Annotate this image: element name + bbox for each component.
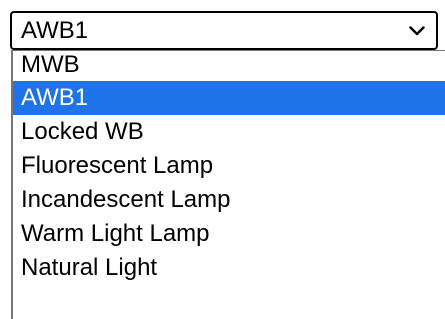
option-label: Fluorescent Lamp [21, 152, 214, 179]
option-warm-light-lamp[interactable]: Warm Light Lamp [13, 217, 445, 251]
option-mwb[interactable]: MWB [13, 51, 445, 81]
select-current-value: AWB1 [21, 16, 89, 44]
option-label: MWB [21, 51, 80, 78]
option-natural-light[interactable]: Natural Light [13, 251, 445, 285]
white-balance-select[interactable]: AWB1 [10, 11, 438, 50]
option-label: Warm Light Lamp [21, 220, 210, 247]
dropdown-options-list[interactable]: MWB AWB1 Locked WB Fluorescent Lamp Inca… [11, 50, 445, 319]
option-fluorescent-lamp[interactable]: Fluorescent Lamp [13, 149, 445, 183]
option-awb1[interactable]: AWB1 [13, 81, 445, 115]
option-incandescent-lamp[interactable]: Incandescent Lamp [13, 183, 445, 217]
option-label: Incandescent Lamp [21, 186, 231, 213]
option-locked-wb[interactable]: Locked WB [13, 115, 445, 149]
option-label: AWB1 [21, 84, 89, 111]
option-label: Natural Light [21, 254, 158, 281]
chevron-down-icon[interactable] [408, 25, 426, 37]
option-label: Locked WB [21, 118, 144, 145]
